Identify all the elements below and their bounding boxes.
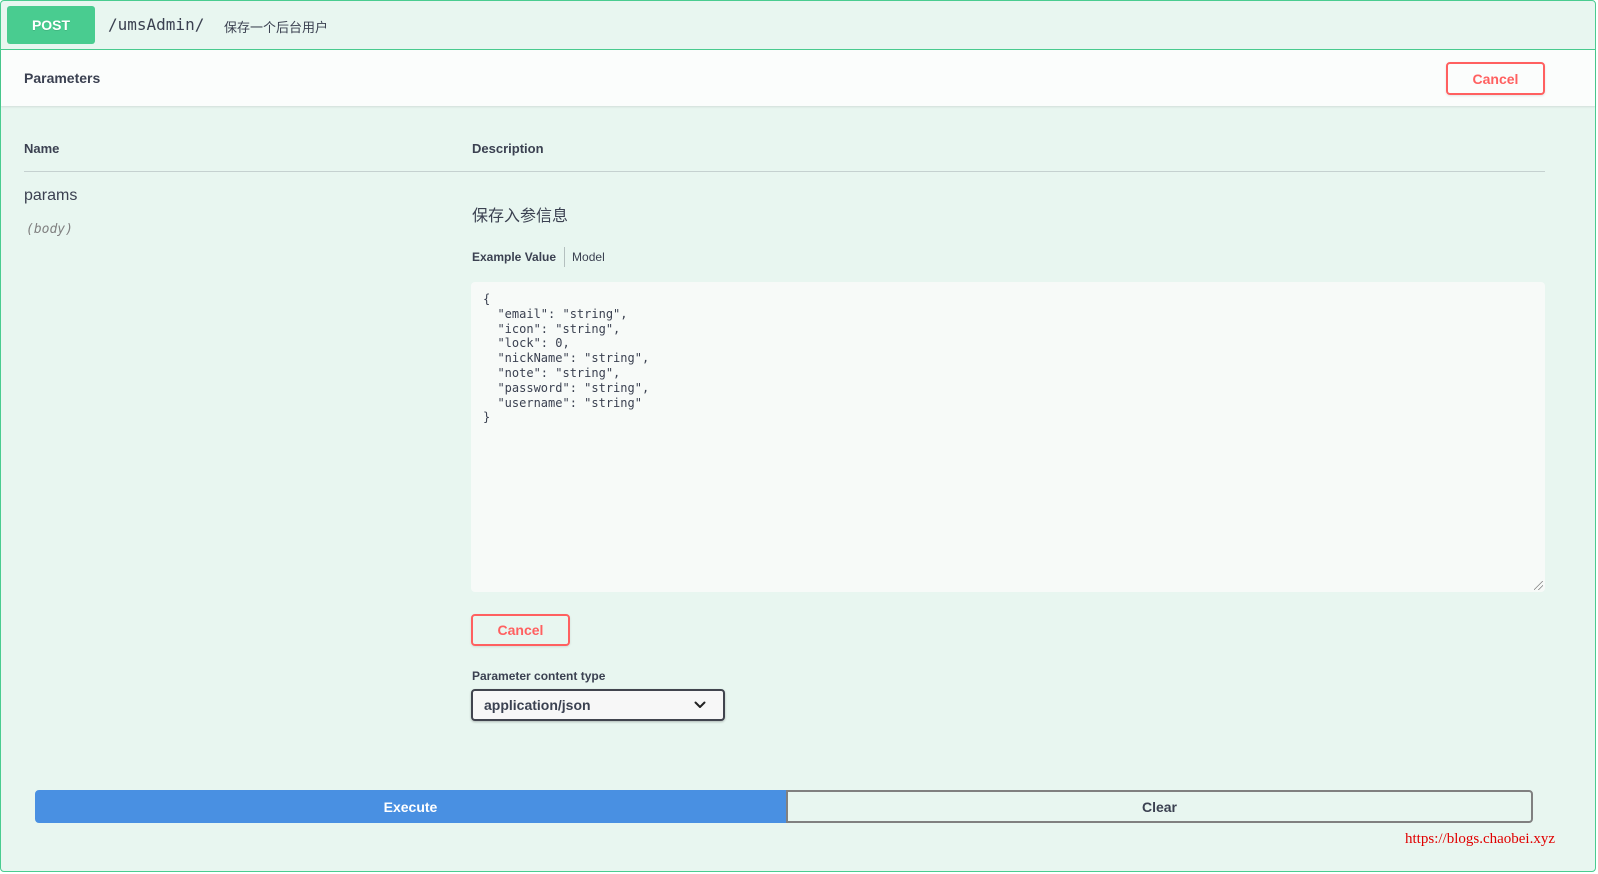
clear-button[interactable]: Clear xyxy=(786,790,1533,823)
chevron-down-icon xyxy=(694,701,706,708)
tab-example-value[interactable]: Example Value xyxy=(472,250,564,264)
header-divider xyxy=(24,171,1545,172)
content-type-label: Parameter content type xyxy=(472,669,606,683)
body-param-textarea[interactable]: { "email": "string", "icon": "string", "… xyxy=(471,282,1545,592)
watermark-url: https://blogs.chaobei.xyz xyxy=(1405,831,1555,847)
try-out-cancel-button[interactable]: Cancel xyxy=(1446,62,1545,95)
execute-button[interactable]: Execute xyxy=(35,790,786,823)
example-model-tabs: Example Value Model xyxy=(472,247,605,267)
content-type-selected: application/json xyxy=(484,697,591,713)
tab-model[interactable]: Model xyxy=(565,250,605,264)
method-badge: POST xyxy=(7,6,95,44)
parameters-section-header: Parameters Cancel xyxy=(1,50,1595,106)
param-name: params xyxy=(24,187,78,204)
param-description: 保存入参信息 xyxy=(472,208,569,225)
parameters-title: Parameters xyxy=(24,70,101,86)
body-cancel-button[interactable]: Cancel xyxy=(471,614,570,646)
execute-wrapper: Execute Clear xyxy=(35,790,1533,823)
column-header-name: Name xyxy=(24,141,60,156)
endpoint-path: /umsAdmin/ xyxy=(108,15,205,34)
content-type-select[interactable]: application/json xyxy=(471,689,725,721)
param-location: (body) xyxy=(26,222,73,237)
opblock-summary[interactable]: POST /umsAdmin/ 保存一个后台用户 xyxy=(1,1,1595,50)
opblock-post: POST /umsAdmin/ 保存一个后台用户 Parameters Canc… xyxy=(0,0,1596,872)
endpoint-description: 保存一个后台用户 xyxy=(224,20,329,35)
column-header-description: Description xyxy=(472,141,544,156)
